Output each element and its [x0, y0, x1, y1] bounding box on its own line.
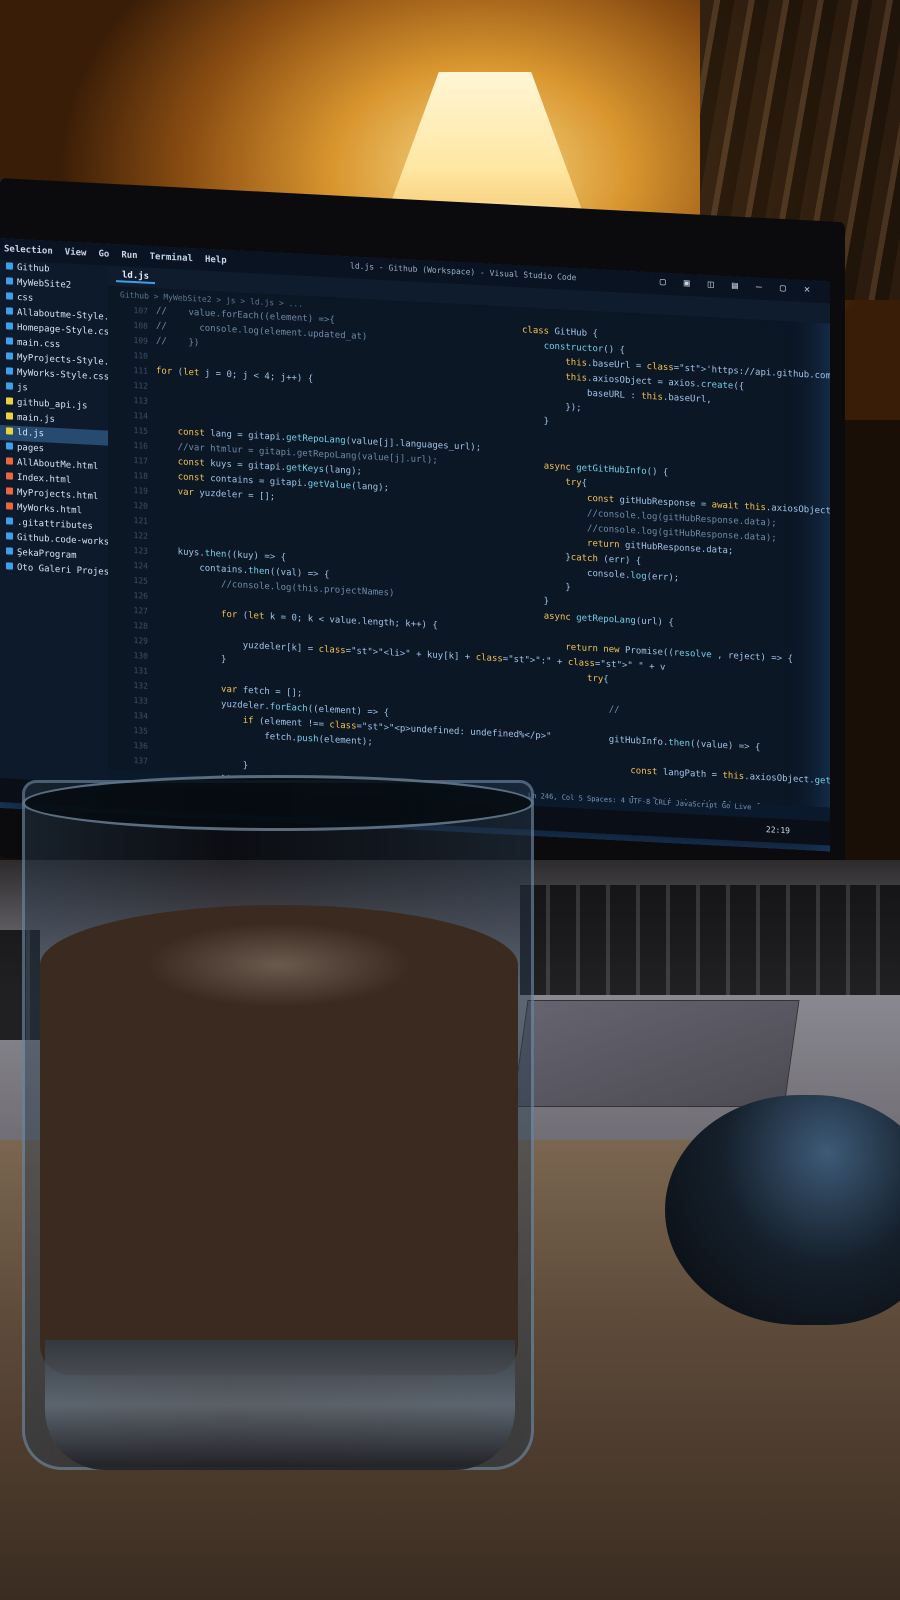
sidebar-item-label: MyWorks-Style.css — [17, 367, 108, 383]
file-icon — [6, 532, 13, 540]
photo-scene: Selection View Go Run Terminal Help ld.js - G… — [0, 0, 900, 1600]
glass-rim — [22, 775, 534, 831]
menu-item-selection[interactable]: Selection — [4, 244, 53, 257]
sidebar-item-label: js — [17, 382, 28, 394]
file-icon — [6, 412, 13, 420]
glass-base — [45, 1340, 515, 1470]
sidebar-item-label: MyWorks.html — [17, 502, 83, 517]
sidebar-item-label: AllAboutMe.html — [17, 457, 99, 473]
folder-icon — [6, 382, 13, 390]
sidebar-item-label: main.css — [17, 337, 61, 351]
file-icon — [6, 517, 13, 525]
folder-icon — [6, 262, 13, 270]
menu-item-go[interactable]: Go — [98, 249, 109, 260]
sidebar-item-label: main.js — [17, 412, 55, 425]
sidebar-item-label: Oto Galeri Projesi — [17, 562, 108, 579]
file-icon — [6, 427, 13, 435]
keyboard-keys — [520, 885, 900, 995]
menu-item-run[interactable]: Run — [121, 250, 137, 261]
laptop-screen: Selection View Go Run Terminal Help ld.js - G… — [0, 238, 830, 852]
sidebar-item-label: Github — [17, 262, 50, 275]
editor-left-pane[interactable]: 107 108 109 110 111 112 113 114 115 116 117 118 119 1… — [108, 302, 666, 793]
code-left[interactable]: // value.forEach((element) =>{// console… — [156, 304, 665, 802]
menu-item-terminal[interactable]: Terminal — [150, 252, 193, 264]
folder-icon — [6, 442, 13, 450]
file-icon — [6, 472, 13, 480]
sidebar-item-label: github_api.js — [17, 397, 88, 412]
file-icon — [6, 502, 13, 510]
file-icon — [6, 352, 13, 360]
file-icon — [6, 322, 13, 330]
file-icon — [6, 367, 13, 375]
sidebar-item-label: MyWebSite2 — [17, 277, 72, 291]
coffee-drink — [40, 905, 518, 1375]
sidebar-item-label: ld.js — [17, 427, 45, 440]
editor-right-pane[interactable]: class GitHub { constructor() { this.base… — [512, 323, 830, 851]
menu-item-view[interactable]: View — [65, 247, 87, 258]
sidebar-item-label: Index.html — [17, 472, 72, 486]
file-icon — [6, 397, 13, 405]
tab-active-file[interactable]: ld.js — [116, 270, 156, 285]
folder-icon — [6, 277, 13, 285]
sidebar-item-label: .gitattributes — [17, 517, 93, 532]
explorer-sidebar: Github MyWebSite2 css Allaboutme-Style.css H… — [0, 260, 108, 786]
code-right[interactable]: class GitHub { constructor() { this.base… — [522, 323, 830, 851]
file-icon — [6, 487, 13, 495]
taskbar-clock: 22:19 — [765, 825, 790, 836]
folder-icon — [6, 547, 13, 555]
touchpad — [512, 1000, 800, 1107]
file-icon — [6, 307, 13, 315]
folder-icon — [6, 562, 13, 570]
folder-icon — [6, 292, 13, 300]
sidebar-item-label: MyProjects.html — [17, 487, 99, 503]
file-icon — [6, 457, 13, 465]
menu-item-help[interactable]: Help — [205, 255, 227, 266]
file-icon — [6, 337, 13, 345]
sidebar-item-label: ŞekaProgram — [17, 547, 77, 562]
sidebar-item-label: pages — [17, 442, 45, 455]
line-numbers: 107 108 109 110 111 112 113 114 115 116 117 118 119 1… — [108, 302, 148, 781]
sidebar-item-label: css — [17, 292, 34, 304]
